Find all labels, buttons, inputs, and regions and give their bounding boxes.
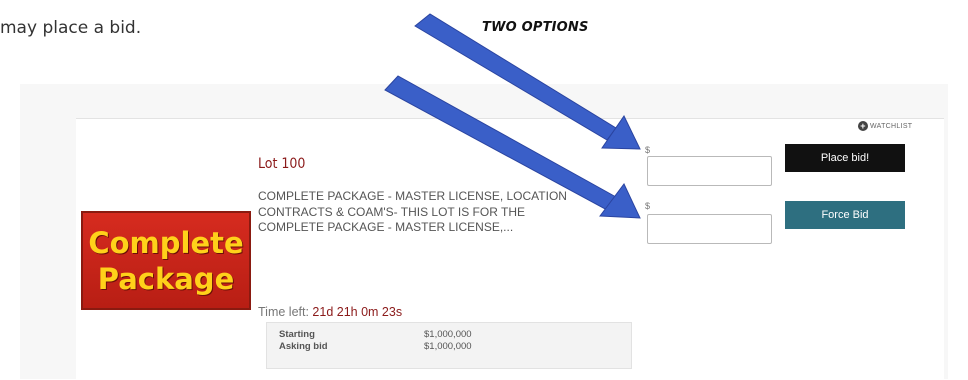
callout-arrows <box>384 13 641 219</box>
arrow-shaft-lower <box>384 75 617 211</box>
